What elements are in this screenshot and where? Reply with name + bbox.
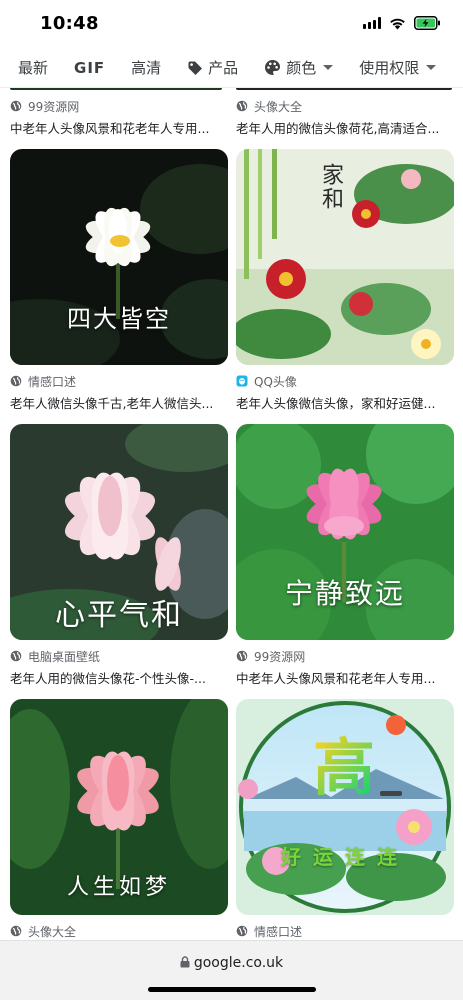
status-icons [363,16,441,30]
result-card[interactable]: 家和 [236,149,454,365]
result-meta: 99资源网 中老年人头像风景和花老年人专用... [236,648,454,687]
result-source[interactable]: 99资源网 [10,98,228,114]
filter-chip-usage-rights[interactable]: 使用权限 [359,57,437,78]
result-source[interactable]: 电脑桌面壁纸 [10,648,228,664]
result-source-name: 头像大全 [28,924,77,939]
result-meta: 情感口述 老年人微信头像千古,老年人微信头... [10,373,228,412]
result-card[interactable]: 四大皆空 [10,149,228,365]
filter-chip-hd[interactable]: 高清 [131,57,161,78]
filter-chip-label: GIF [74,58,106,77]
cellular-signal-icon [363,17,381,29]
image-results-grid: 99资源网 中老年人头像风景和花老年人专用... 头像大全 老年人用的微信头像荷… [0,88,463,940]
image-caption: 心平气和 [55,598,183,633]
image-caption-secondary: 好运连连 [281,845,409,869]
globe-icon [236,650,248,662]
status-bar: 10:48 [0,0,463,48]
result-thumbnail[interactable]: 家和 [236,149,454,365]
partial-thumbnail[interactable] [236,88,452,90]
globe-icon [10,375,22,387]
result-title[interactable]: 老年人微信头像千古,老年人微信头... [10,393,228,412]
result-meta: 电脑桌面壁纸 老年人用的微信头像花-个性头像-... [10,648,228,687]
chevron-down-icon [323,65,334,70]
filter-chip-gif[interactable]: GIF [74,59,105,77]
result-meta: 头像大全 老年人用的微信头像荷花,高清适合... [236,98,454,137]
browser-url-bar[interactable]: google.co.uk [0,940,463,1000]
image-caption: 宁静致远 [284,577,405,610]
image-caption: 家和 [318,163,343,211]
image-caption: 四大皆空 [67,305,171,333]
filter-chip-product[interactable]: 产品 [187,57,238,78]
globe-icon [236,925,248,937]
lock-icon [180,956,190,972]
filter-chip-color[interactable]: 颜色 [264,57,334,78]
filter-chip-label: 高清 [131,59,162,77]
result-thumbnail[interactable]: 四大皆空 [10,149,228,365]
result-thumbnail[interactable]: 人生如梦 [10,699,228,915]
palette-icon [264,59,281,76]
result-source-name: 99资源网 [28,99,80,114]
result-card[interactable]: 心平气和 [10,424,228,640]
chevron-down-icon [426,65,437,70]
result-meta: 情感口述 [236,923,454,939]
wifi-icon [389,17,406,30]
qq-favicon-icon [236,375,248,387]
battery-charging-icon [414,16,441,30]
result-title[interactable]: 中老年人头像风景和花老年人专用... [10,118,228,137]
result-title[interactable]: 老年人用的微信头像荷花,高清适合... [236,118,454,137]
result-meta: 99资源网 中老年人头像风景和花老年人专用... [10,98,228,137]
home-indicator[interactable] [148,987,316,992]
result-source-name: QQ头像 [254,374,297,389]
result-title[interactable]: 老年人头像微信头像，家和好运健... [236,393,454,412]
result-meta: QQ头像 老年人头像微信头像，家和好运健... [236,373,454,412]
result-thumbnail[interactable]: 高 好运连连 [236,699,454,915]
result-card[interactable]: 人生如梦 [10,699,228,915]
result-source[interactable]: 99资源网 [236,648,454,664]
result-card[interactable]: 宁静致远 [236,424,454,640]
filter-chip-label: 最新 [18,59,49,77]
tag-icon [187,60,203,76]
image-caption: 高 [236,717,454,807]
result-source[interactable]: 头像大全 [236,98,454,114]
url-display[interactable]: google.co.uk [0,955,463,972]
result-source[interactable]: 情感口述 [10,373,228,389]
globe-icon [10,100,22,112]
result-thumbnail[interactable]: 心平气和 [10,424,228,640]
filter-chip-label: 使用权限 [359,59,420,77]
result-source[interactable]: QQ头像 [236,373,454,389]
globe-icon [10,925,22,937]
result-source-name: 头像大全 [254,99,303,114]
result-title[interactable]: 中老年人头像风景和花老年人专用... [236,668,454,687]
result-source-name: 情感口述 [254,924,303,939]
image-caption: 人生如梦 [66,875,171,900]
url-text: google.co.uk [193,955,284,971]
globe-icon [236,100,248,112]
status-time: 10:48 [40,13,99,34]
globe-icon [10,650,22,662]
result-source-name: 情感口述 [28,374,77,389]
filter-chip-label: 产品 [208,59,239,77]
result-thumbnail[interactable]: 宁静致远 [236,424,454,640]
result-source[interactable]: 头像大全 [10,923,228,939]
result-meta: 头像大全 [10,923,228,939]
result-card[interactable]: 高 好运连连 [236,699,454,915]
filter-bar: 最新 GIF 高清 产品 颜色 使用权限 [0,48,463,88]
filter-chip-label: 颜色 [286,59,317,77]
filter-chip-latest[interactable]: 最新 [18,57,48,78]
result-source-name: 电脑桌面壁纸 [28,649,101,664]
result-source[interactable]: 情感口述 [236,923,454,939]
partial-thumbnail[interactable] [10,88,222,90]
result-source-name: 99资源网 [254,649,306,664]
result-title[interactable]: 老年人用的微信头像花-个性头像-... [10,668,228,687]
